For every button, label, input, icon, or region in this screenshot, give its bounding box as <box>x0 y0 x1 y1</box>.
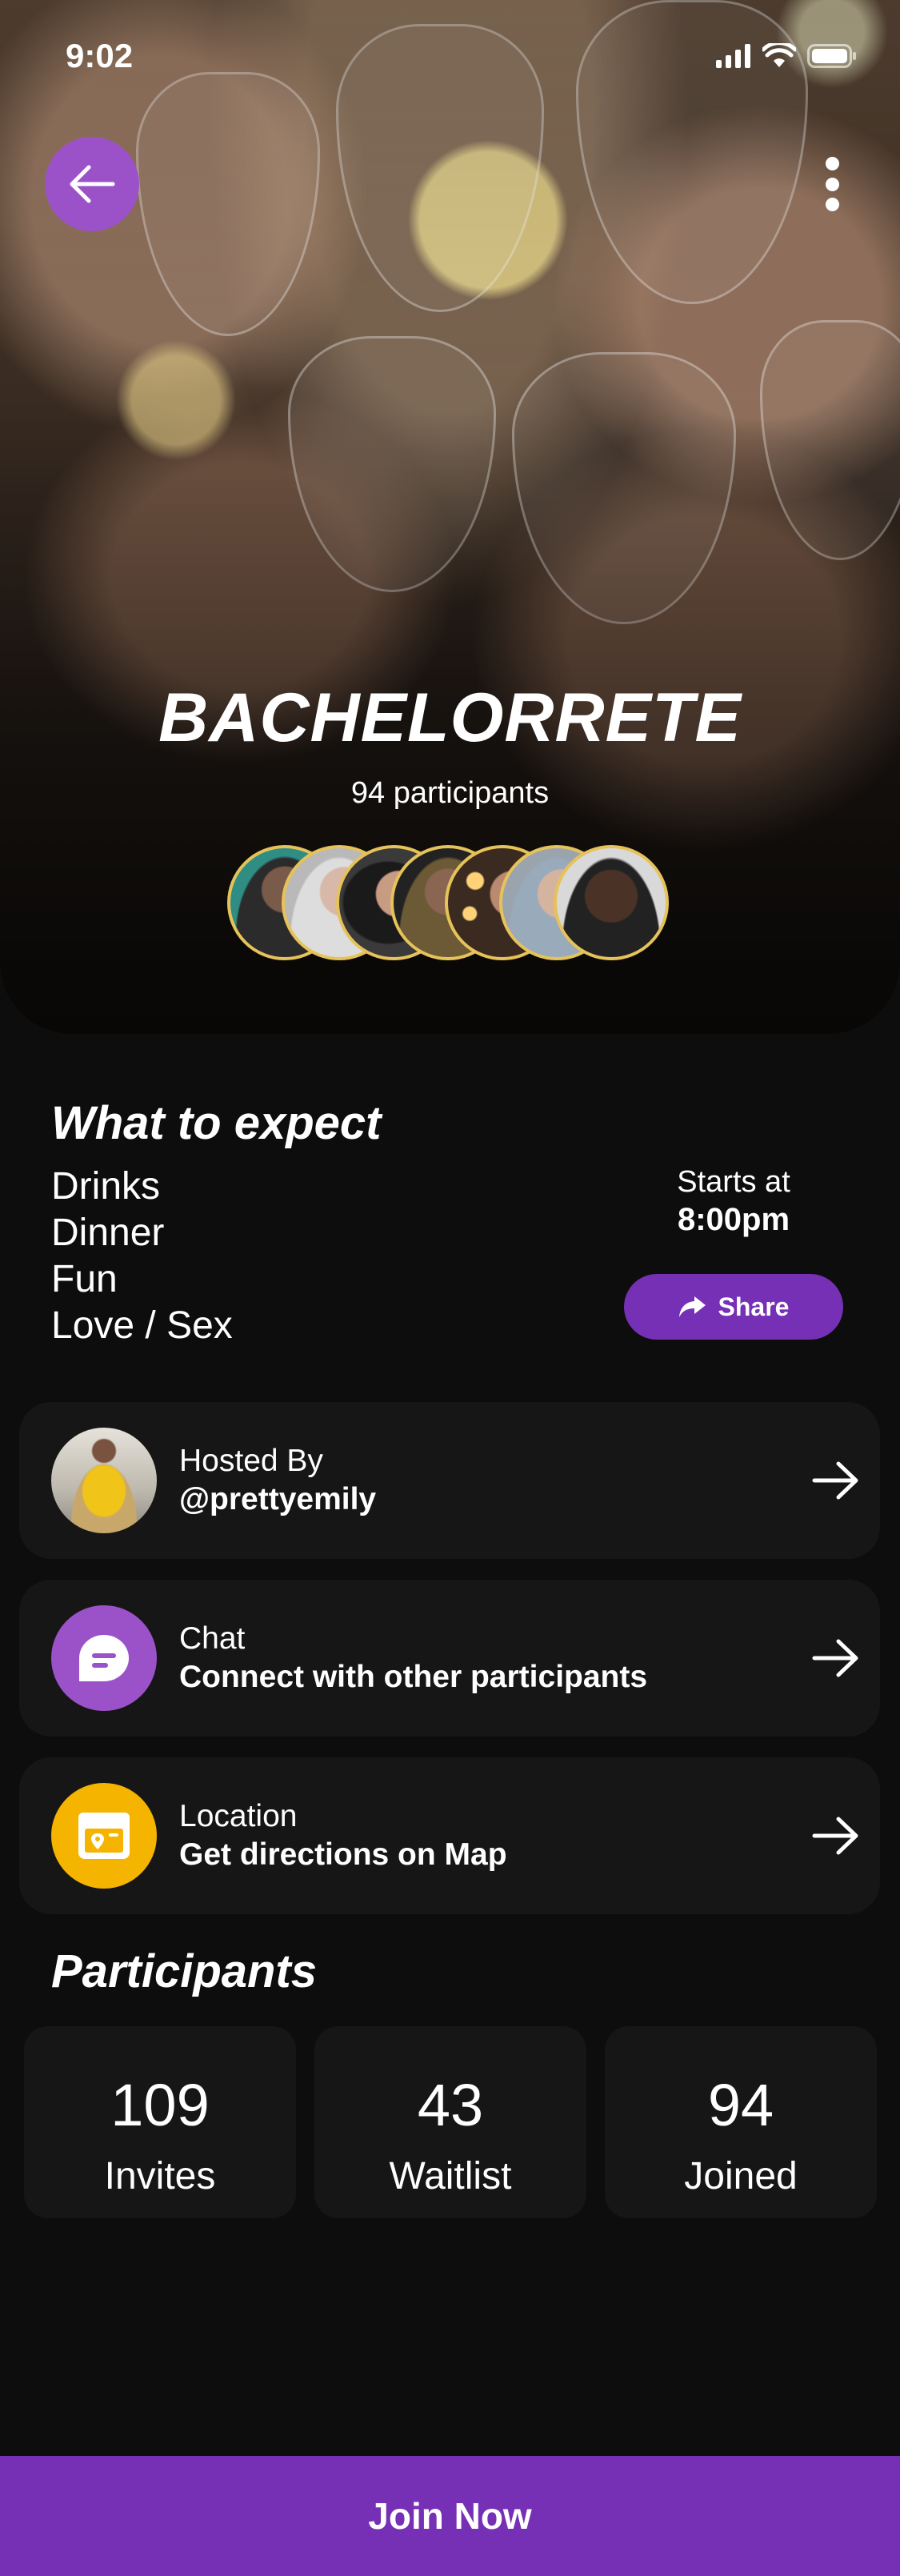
join-label: Join Now <box>368 2495 532 2537</box>
host-avatar <box>51 1428 157 1533</box>
status-icons <box>716 43 857 69</box>
card-title: Chat <box>179 1621 246 1656</box>
join-now-button[interactable]: Join Now <box>0 2456 900 2576</box>
participants-title: Participants <box>51 1945 317 1997</box>
share-label: Share <box>718 1292 790 1321</box>
signal-icon <box>716 44 750 68</box>
more-dot <box>825 177 839 191</box>
participants-count: 94 participants <box>350 776 550 810</box>
more-dot <box>825 198 839 211</box>
expect-list: Drinks Dinner Fun Love / Sex <box>51 1164 233 1349</box>
stat-label: Joined <box>684 2155 798 2197</box>
battery-icon <box>807 44 856 68</box>
stat-label: Invites <box>104 2155 216 2197</box>
wifi-icon <box>762 43 796 67</box>
chat-card[interactable]: Chat Connect with other participants <box>19 1580 880 1737</box>
back-button[interactable] <box>45 137 139 231</box>
avatar <box>554 845 669 960</box>
stat-waitlist[interactable]: 43 Waitlist <box>314 2026 586 2218</box>
more-button[interactable] <box>816 152 848 216</box>
chat-bubble-icon <box>79 1635 129 1681</box>
event-title: BACHELORRETE <box>158 679 742 756</box>
card-subtitle: Get directions on Map <box>179 1837 507 1872</box>
expect-item: Drinks <box>51 1165 161 1208</box>
card-subtitle: @prettyemily <box>179 1482 377 1516</box>
stat-invites[interactable]: 109 Invites <box>24 2026 296 2218</box>
arrow-left-icon <box>70 165 115 203</box>
expect-title: What to expect <box>51 1097 382 1149</box>
chat-icon-circle <box>51 1605 157 1711</box>
stat-joined[interactable]: 94 Joined <box>605 2026 877 2218</box>
arrow-right-icon <box>812 1817 858 1855</box>
more-vertical-icon <box>825 157 839 170</box>
map-pin-icon <box>78 1813 130 1859</box>
expect-item: Fun <box>51 1258 118 1300</box>
arrow-right-icon <box>812 1639 858 1677</box>
status-time: 9:02 <box>66 37 134 74</box>
location-icon-circle <box>51 1783 157 1889</box>
share-arrow-icon <box>678 1296 706 1317</box>
expect-item: Dinner <box>51 1212 165 1254</box>
status-bar: 9:02 <box>0 0 900 112</box>
location-card[interactable]: Location Get directions on Map <box>19 1757 880 1914</box>
hero-image: 9:02 BACHELORRETE 94 participants <box>0 0 900 1034</box>
host-card[interactable]: Hosted By @prettyemily <box>19 1402 880 1559</box>
card-title: Hosted By <box>179 1444 323 1478</box>
starts-label: Starts at <box>677 1165 790 1199</box>
starts-time: 8:00pm <box>677 1202 790 1237</box>
stat-value: 43 <box>417 2072 484 2138</box>
expect-item: Love / Sex <box>51 1304 233 1347</box>
stat-value: 109 <box>110 2072 210 2138</box>
card-subtitle: Connect with other participants <box>179 1660 648 1694</box>
stat-value: 94 <box>707 2072 774 2138</box>
card-title: Location <box>179 1799 298 1833</box>
stat-label: Waitlist <box>389 2155 512 2197</box>
arrow-right-icon <box>812 1461 858 1500</box>
share-button[interactable]: Share <box>624 1274 843 1340</box>
participant-avatars[interactable] <box>227 845 675 960</box>
